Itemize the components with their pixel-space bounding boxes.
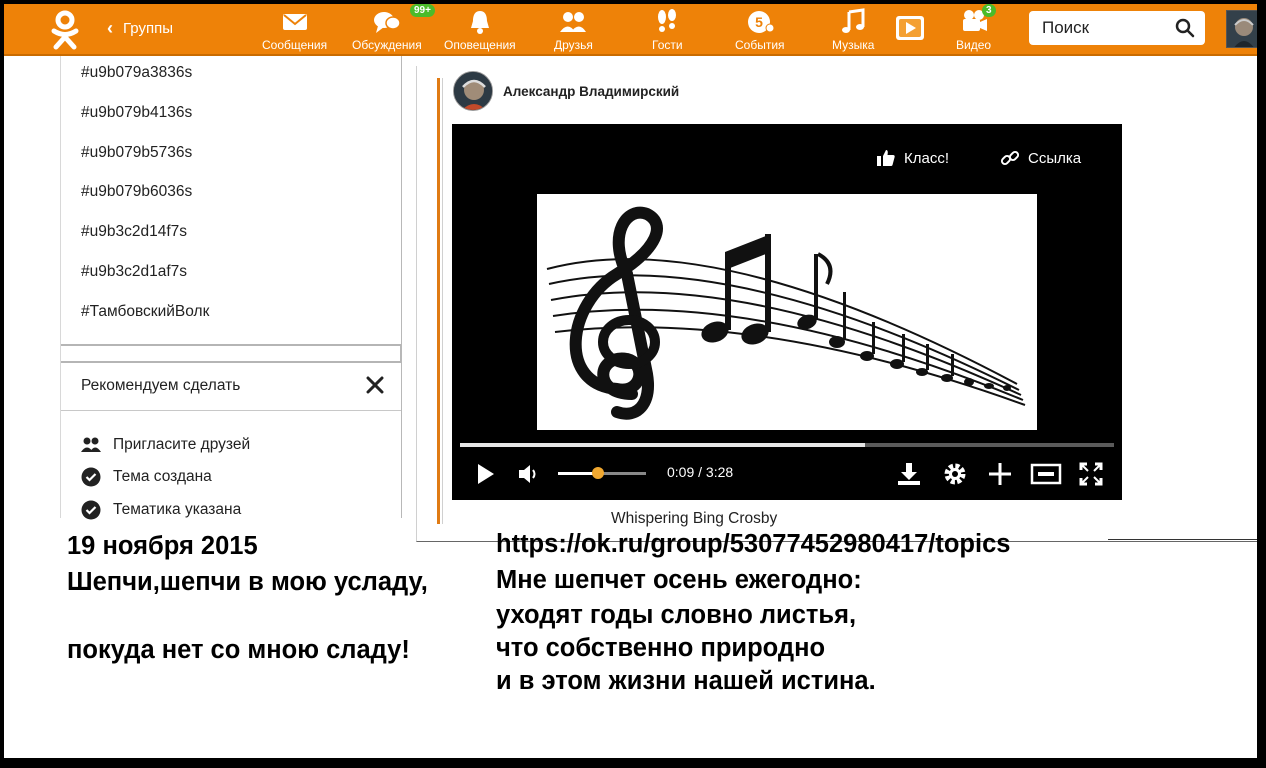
recommend-invite-friends[interactable]: Пригласите друзей xyxy=(81,435,250,455)
check-circle-icon xyxy=(81,500,101,520)
left-sidebar: #u9b079a3836s #u9b079b4136s #u9b079b5736… xyxy=(60,56,402,521)
nav-friends[interactable]: Друзья xyxy=(554,6,593,54)
author-avatar[interactable] xyxy=(453,71,493,111)
hashtag-link[interactable]: #u9b079b6036s xyxy=(81,183,192,201)
chevron-left-icon: ‹ xyxy=(107,18,113,38)
search-input[interactable]: Поиск xyxy=(1029,11,1205,45)
video-player[interactable]: Класс! Ссылка 0:09 / 3:28 xyxy=(452,124,1122,500)
close-icon[interactable] xyxy=(365,375,385,395)
user-avatar-image xyxy=(1227,11,1257,47)
video-play-icon[interactable] xyxy=(895,14,925,42)
author-name[interactable]: Александр Владимирский xyxy=(503,84,679,99)
nav-friends-label: Друзья xyxy=(554,38,593,52)
ok-logo-icon[interactable] xyxy=(48,10,82,50)
recommendations-card: Рекомендуем сделать Пригласите друзей Те… xyxy=(61,361,401,521)
video-progress-bar[interactable] xyxy=(460,443,1114,447)
bell-icon xyxy=(470,11,489,34)
miniplayer-icon[interactable] xyxy=(1030,461,1062,487)
recommend-item-label: Пригласите друзей xyxy=(113,436,251,453)
link-label: Ссылка xyxy=(1028,149,1082,167)
back-link-label: Группы xyxy=(123,20,173,37)
video-caption: Whispering Bing Crosby xyxy=(611,510,778,527)
separator-line xyxy=(1108,539,1257,540)
music-note-icon xyxy=(842,8,865,33)
page-frame: ‹ Группы Сообщения 99+ Обсуждения Оповещ… xyxy=(4,4,1257,758)
nav-video-label: Видео xyxy=(956,38,992,52)
nav-messages[interactable]: Сообщения xyxy=(262,6,327,54)
recommendations-header: Рекомендуем сделать xyxy=(61,363,401,411)
recommend-item-label: Тематика указана xyxy=(113,501,242,518)
video-frame[interactable] xyxy=(537,194,1037,430)
check-circle-icon xyxy=(81,467,101,487)
thumbs-up-icon xyxy=(877,150,895,166)
post-divider xyxy=(442,78,443,524)
volume-knob[interactable] xyxy=(591,467,604,479)
hashtag-link[interactable]: #u9b079a3836s xyxy=(81,64,192,82)
back-to-groups-link[interactable]: ‹ Группы xyxy=(107,18,173,39)
chat-bubbles-icon xyxy=(373,12,401,33)
music-notes-image xyxy=(546,206,1026,420)
like-button[interactable]: Класс! xyxy=(876,148,949,168)
fullscreen-icon[interactable] xyxy=(1078,461,1104,487)
video-badge: 3 xyxy=(982,4,996,17)
nav-events-label: События xyxy=(735,38,785,52)
author-avatar-image xyxy=(454,72,492,110)
recommend-item-label: Тема создана xyxy=(113,468,212,485)
search-placeholder: Поиск xyxy=(1042,18,1090,37)
nav-video[interactable]: 3 Видео xyxy=(956,4,996,54)
poem-left-line-2: покуда нет со мною сладу! xyxy=(67,636,410,664)
nav-music-label: Музыка xyxy=(832,38,875,52)
poem-right-line-4: и в этом жизни нашей истина. xyxy=(496,667,876,695)
nav-discussions-label: Обсуждения xyxy=(352,38,422,52)
like-label: Класс! xyxy=(904,149,949,167)
volume-icon[interactable] xyxy=(516,461,542,487)
footprints-icon xyxy=(658,9,677,32)
video-progress-fill xyxy=(460,443,866,447)
nav-guests[interactable]: Гости xyxy=(652,6,683,54)
video-time: 0:09 / 3:28 xyxy=(667,464,734,480)
nav-notifications[interactable]: Оповещения xyxy=(444,6,516,54)
poem-left-line-1: Шепчи,шепчи в мою усладу, xyxy=(67,568,428,596)
recommend-topic-created[interactable]: Тема создана xyxy=(81,467,212,487)
add-plus-icon[interactable] xyxy=(987,461,1013,487)
poem-right-line-2: уходят годы словно листья, xyxy=(496,601,857,629)
top-navigation-bar: ‹ Группы Сообщения 99+ Обсуждения Оповещ… xyxy=(4,4,1257,56)
link-button[interactable]: Ссылка xyxy=(1000,148,1081,168)
search-icon[interactable] xyxy=(1175,18,1195,38)
nav-discussions[interactable]: 99+ Обсуждения xyxy=(352,4,435,54)
poem-right-line-1: Мне шепчет осень ежегодно: xyxy=(496,566,862,594)
nav-music[interactable]: Музыка xyxy=(832,6,874,54)
poem-date: 19 ноября 2015 xyxy=(67,532,258,560)
svg-text:5: 5 xyxy=(755,14,763,30)
nav-events[interactable]: 5 События xyxy=(735,6,785,54)
nav-messages-label: Сообщения xyxy=(262,38,328,52)
settings-gear-icon[interactable] xyxy=(942,461,968,487)
hashtag-link[interactable]: #u9b079b4136s xyxy=(81,104,192,122)
post-accent-bar xyxy=(437,78,440,524)
user-avatar[interactable] xyxy=(1226,10,1257,48)
nav-notifications-label: Оповещения xyxy=(444,38,516,52)
nav-guests-label: Гости xyxy=(652,38,683,52)
discussions-badge: 99+ xyxy=(410,4,435,17)
recommendations-title: Рекомендуем сделать xyxy=(81,377,241,394)
link-icon xyxy=(1000,150,1020,166)
group-topics-url[interactable]: https://ok.ru/group/53077452980417/topic… xyxy=(496,529,1010,559)
hashtag-link[interactable]: #u9b3c2d1af7s xyxy=(81,263,187,281)
download-icon[interactable] xyxy=(896,461,922,487)
poem-right-line-3: что собственно природно xyxy=(496,634,826,662)
events-5-icon: 5 xyxy=(747,11,774,33)
hashtags-card: #u9b079a3836s #u9b079b4136s #u9b079b5736… xyxy=(61,56,401,346)
friends-icon xyxy=(560,12,587,32)
invite-friends-icon xyxy=(81,437,101,452)
hashtag-link[interactable]: #u9b3c2d14f7s xyxy=(81,223,187,241)
post-column: Александр Владимирский Класс! Ссылка 0:0… xyxy=(416,66,1257,542)
hashtag-link[interactable]: #ТамбовскийВолк xyxy=(81,303,209,321)
play-icon[interactable] xyxy=(472,461,498,487)
hashtag-link[interactable]: #u9b079b5736s xyxy=(81,144,192,162)
recommend-topic-category[interactable]: Тематика указана xyxy=(81,500,241,520)
envelope-icon xyxy=(282,14,307,30)
